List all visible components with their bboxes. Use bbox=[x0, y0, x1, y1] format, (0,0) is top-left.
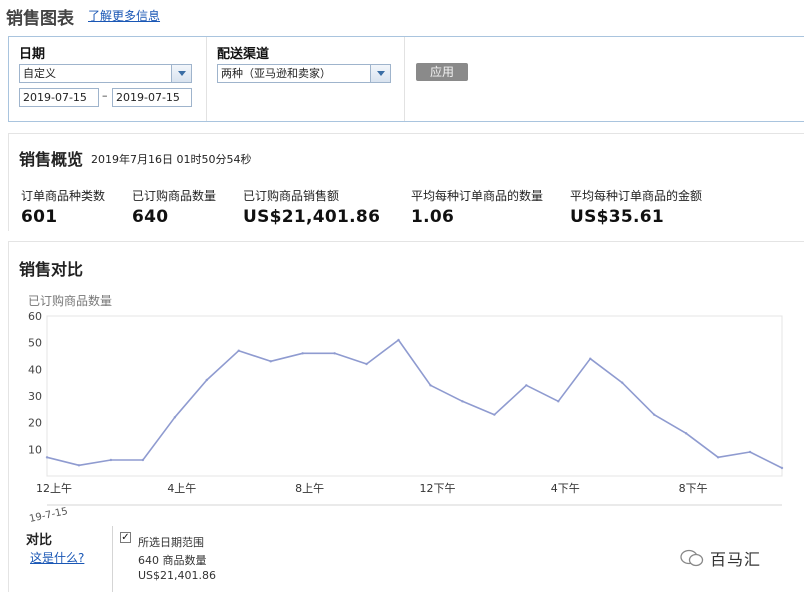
y-axis-label: 已订购商品数量 bbox=[28, 293, 112, 308]
data-point bbox=[397, 338, 400, 342]
y-tick-label: 10 bbox=[28, 443, 42, 456]
data-point bbox=[461, 400, 464, 403]
data-point bbox=[621, 381, 624, 384]
x-tick-label: 12下午 bbox=[419, 482, 455, 495]
watermark: 百马汇 bbox=[680, 546, 761, 570]
data-point bbox=[525, 384, 528, 387]
data-point bbox=[589, 357, 592, 360]
data-point bbox=[109, 458, 113, 462]
data-point bbox=[269, 360, 272, 363]
compare-label: 对比 bbox=[26, 533, 53, 548]
data-point bbox=[780, 466, 784, 470]
plot-area bbox=[46, 315, 783, 477]
x-tick-label: 4上午 bbox=[167, 482, 196, 495]
data-point bbox=[301, 352, 304, 355]
series-line bbox=[46, 339, 783, 469]
x-tick-label: 12上午 bbox=[36, 482, 72, 495]
y-tick-label: 50 bbox=[28, 337, 42, 350]
sales-line-chart: 已订购商品数量 10 20 30 40 50 60 12上午 4上午 8上午 12下午 4下午 8下午 1… bbox=[28, 293, 784, 525]
data-point bbox=[173, 416, 177, 419]
data-point bbox=[237, 349, 240, 352]
y-tick-label: 60 bbox=[28, 310, 42, 323]
x-tick-label: 4下午 bbox=[551, 482, 580, 495]
legend-divider bbox=[112, 526, 113, 592]
data-point bbox=[429, 384, 432, 387]
legend-units: 640 商品数量 bbox=[138, 554, 207, 567]
y-tick-label: 30 bbox=[28, 390, 42, 403]
data-point bbox=[141, 458, 145, 462]
data-point bbox=[684, 432, 688, 435]
data-point bbox=[205, 378, 208, 382]
y-tick-label: 20 bbox=[28, 417, 42, 430]
data-point bbox=[652, 413, 656, 416]
watermark-text: 百马汇 bbox=[710, 550, 762, 569]
wechat-icon bbox=[680, 549, 704, 567]
data-point bbox=[493, 413, 496, 416]
x-tick-label: 8上午 bbox=[295, 482, 324, 495]
data-point bbox=[716, 456, 720, 459]
data-point bbox=[365, 362, 368, 366]
data-point bbox=[45, 456, 49, 459]
whats-this-link[interactable]: 这是什么? bbox=[30, 549, 84, 566]
data-point bbox=[557, 400, 560, 403]
data-point bbox=[77, 464, 81, 467]
selected-range-checkbox[interactable]: ✓ bbox=[120, 532, 131, 543]
legend-series-name: 所选日期范围 bbox=[138, 536, 204, 549]
y-tick-label: 40 bbox=[28, 363, 42, 376]
data-point bbox=[333, 352, 336, 355]
x-tick-label: 8下午 bbox=[679, 482, 708, 495]
x-date-label: 19-7-15 bbox=[28, 506, 68, 525]
data-point bbox=[748, 450, 752, 454]
legend-sales: US$21,401.86 bbox=[138, 569, 217, 582]
